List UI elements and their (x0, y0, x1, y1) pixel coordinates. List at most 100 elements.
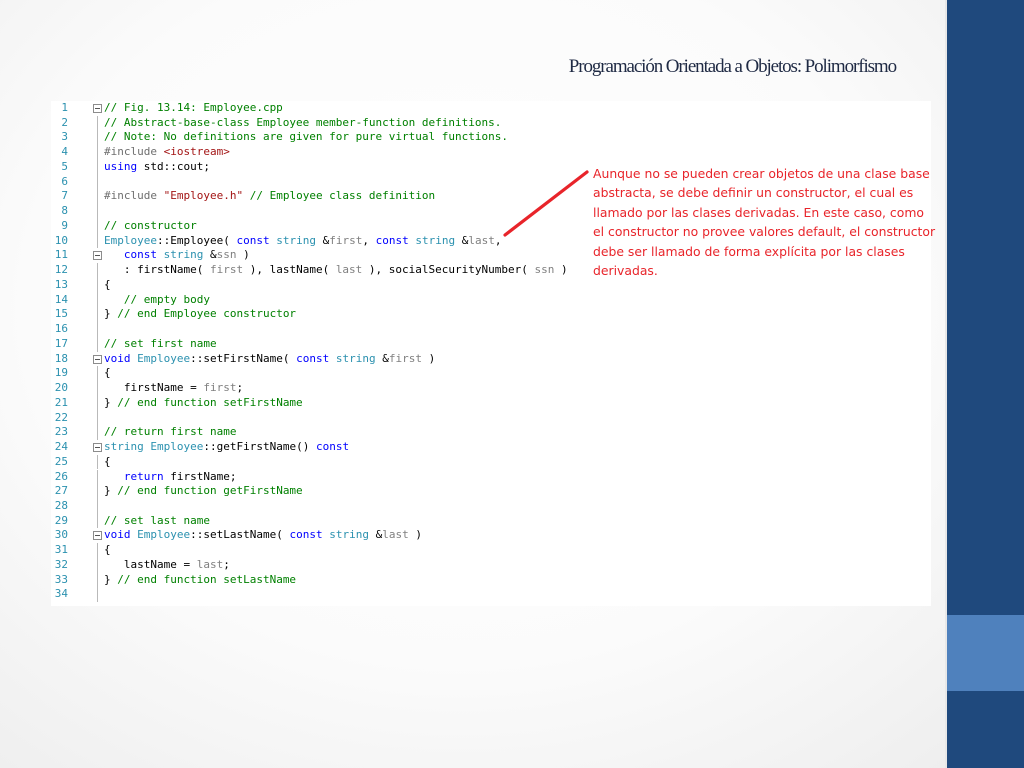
code-token: std::cout; (137, 159, 210, 173)
code-token: lastName = (104, 557, 197, 571)
line-number: 1 (61, 101, 68, 114)
code-line: 31 { (51, 543, 931, 558)
annotation-note: Aunque no se pueden crear objetos de una… (593, 166, 936, 279)
code-text: // Fig. 13.14: Employee.cpp (104, 101, 283, 116)
outline-guide (97, 322, 98, 337)
code-line: 14 // empty body (51, 292, 931, 308)
line-number: 23 (54, 425, 68, 439)
line-number: 7 (61, 189, 68, 203)
code-line: 32 lastName = last; (51, 557, 931, 573)
code-text: { (104, 543, 111, 558)
code-token: } (104, 395, 118, 409)
line-number: 20 (54, 381, 68, 395)
code-text: } // end function setFirstName (104, 396, 303, 411)
code-token: last (335, 263, 363, 277)
code-text: #include <iostream> (104, 145, 230, 160)
code-token: const (296, 351, 330, 365)
collapse-icon[interactable] (93, 251, 102, 261)
code-text: } // end function getFirstName (104, 484, 303, 499)
code-token: ssn (534, 263, 555, 277)
outline-guide (97, 498, 98, 514)
code-token: return (123, 469, 164, 483)
code-token: "Employee.h" (163, 189, 244, 203)
code-token: first (388, 351, 422, 365)
outline-guide (97, 218, 98, 234)
collapse-icon[interactable] (93, 104, 102, 113)
code-token: { (104, 277, 111, 291)
code-token: first (329, 233, 363, 247)
line-number: 15 (54, 307, 68, 321)
code-text: // set first name (104, 337, 217, 352)
code-token: { (104, 366, 111, 380)
collapse-icon[interactable] (93, 443, 102, 453)
code-token: string (415, 233, 456, 247)
line-number: 34 (54, 587, 68, 601)
code-token: ; (236, 381, 244, 395)
outline-guide (97, 115, 98, 131)
code-line: 25 { (51, 454, 931, 470)
code-token: string (329, 528, 369, 542)
code-token: // Employee class definition (243, 189, 436, 203)
code-text: : firstName( first ), lastName( last ), … (104, 263, 568, 278)
code-line: 23 // return first name (51, 425, 931, 440)
code-token: Employee (137, 528, 191, 542)
code-line: 33} // end function setLastName (51, 572, 931, 588)
code-token: ) (554, 263, 568, 277)
code-token: last (468, 233, 495, 247)
outline-guide (97, 145, 98, 160)
code-token: last (196, 557, 224, 571)
collapse-icon[interactable] (93, 354, 102, 364)
code-line: 17 // set first name (51, 336, 931, 352)
code-token: Employee (150, 440, 204, 454)
outline-guide (97, 469, 98, 485)
line-number: 17 (54, 336, 68, 350)
line-number: 32 (54, 557, 68, 571)
code-line: 3 // Note: No definitions are given for p… (51, 130, 931, 146)
line-number: 22 (54, 410, 68, 424)
code-text: { (104, 455, 111, 470)
code-token: ::setFirstName( (190, 351, 297, 365)
outline-guide (97, 174, 98, 190)
code-text: using std::cout; (104, 160, 210, 175)
code-text: // Abstract-base-class Employee member-f… (104, 116, 501, 131)
code-line: 18 void Employee::setFirstName( const str… (51, 352, 931, 367)
code-token: { (104, 454, 111, 468)
outline-guide (97, 307, 98, 323)
collapse-icon[interactable] (93, 531, 102, 541)
code-token: // Fig. 13.14: Employee.cpp (104, 101, 283, 114)
outline-guide (97, 336, 98, 352)
code-line: 26 return firstName; (51, 469, 931, 485)
outline-guide (97, 381, 98, 396)
code-token: last (382, 528, 409, 542)
outline-guide (97, 277, 98, 293)
code-text: // return first name (104, 425, 236, 440)
code-token: string (335, 351, 376, 365)
code-token: // end function setFirstName (117, 395, 303, 409)
code-token: // Abstract-base-class Employee member-f… (104, 115, 502, 129)
line-number: 19 (54, 366, 68, 380)
outline-guide (97, 204, 98, 219)
code-token: ) (236, 248, 250, 262)
code-token: , (362, 233, 376, 247)
code-token: Employee (137, 351, 191, 365)
code-token: ) (421, 351, 436, 365)
outline-guide (97, 543, 98, 558)
code-token: // end Employee constructor (117, 307, 297, 321)
code-token: const (123, 248, 157, 262)
code-line: 34 (51, 587, 931, 603)
code-token: ::Employee( (156, 233, 237, 247)
line-number: 5 (61, 159, 68, 173)
code-token: { (104, 543, 111, 557)
line-number: 28 (54, 498, 68, 512)
line-number: 6 (61, 174, 68, 188)
code-token: // set last name (104, 513, 210, 527)
code-token: ssn (216, 248, 237, 262)
code-token: <iostream> (163, 145, 230, 159)
code-token: string (104, 440, 144, 454)
outline-guide (97, 233, 98, 249)
code-token: & (203, 248, 217, 262)
code-text: { (104, 278, 111, 293)
